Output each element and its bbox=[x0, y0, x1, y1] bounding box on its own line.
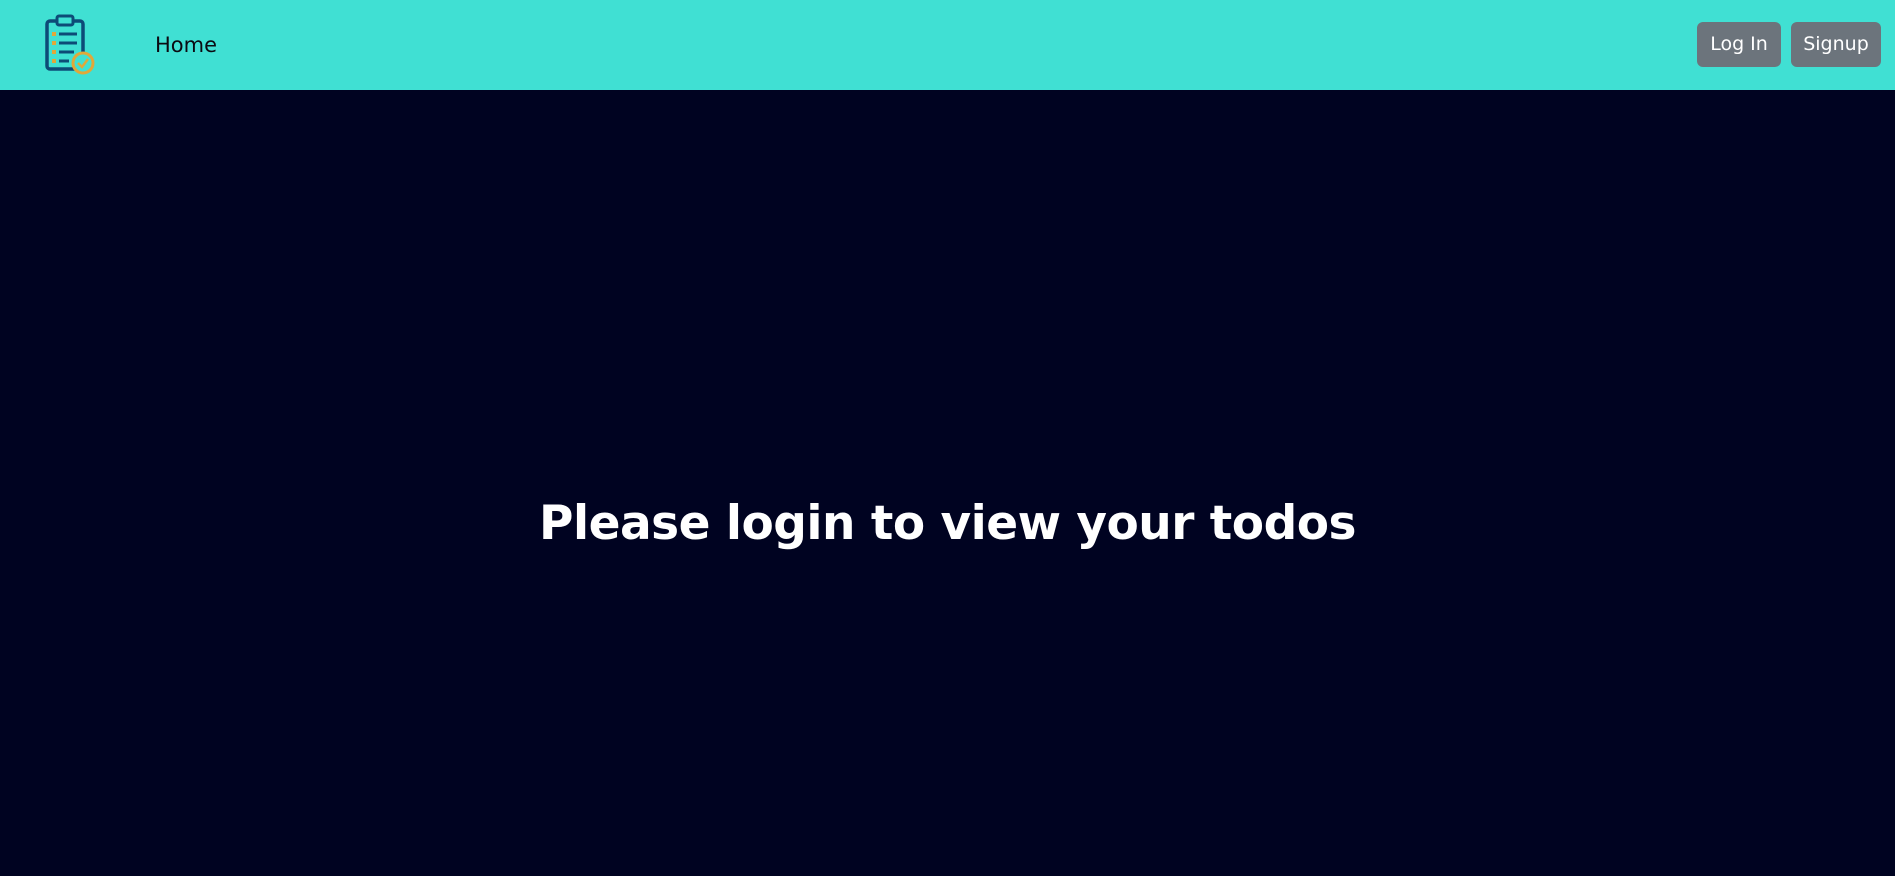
navbar: Home Log In Signup bbox=[0, 0, 1895, 90]
clipboard-checklist-icon[interactable] bbox=[42, 12, 98, 78]
login-prompt-message: Please login to view your todos bbox=[539, 496, 1356, 551]
nav-home-link[interactable]: Home bbox=[155, 31, 217, 59]
signup-button[interactable]: Signup bbox=[1791, 22, 1881, 67]
main-content: Please login to view your todos bbox=[0, 90, 1895, 876]
login-button[interactable]: Log In bbox=[1697, 22, 1781, 67]
